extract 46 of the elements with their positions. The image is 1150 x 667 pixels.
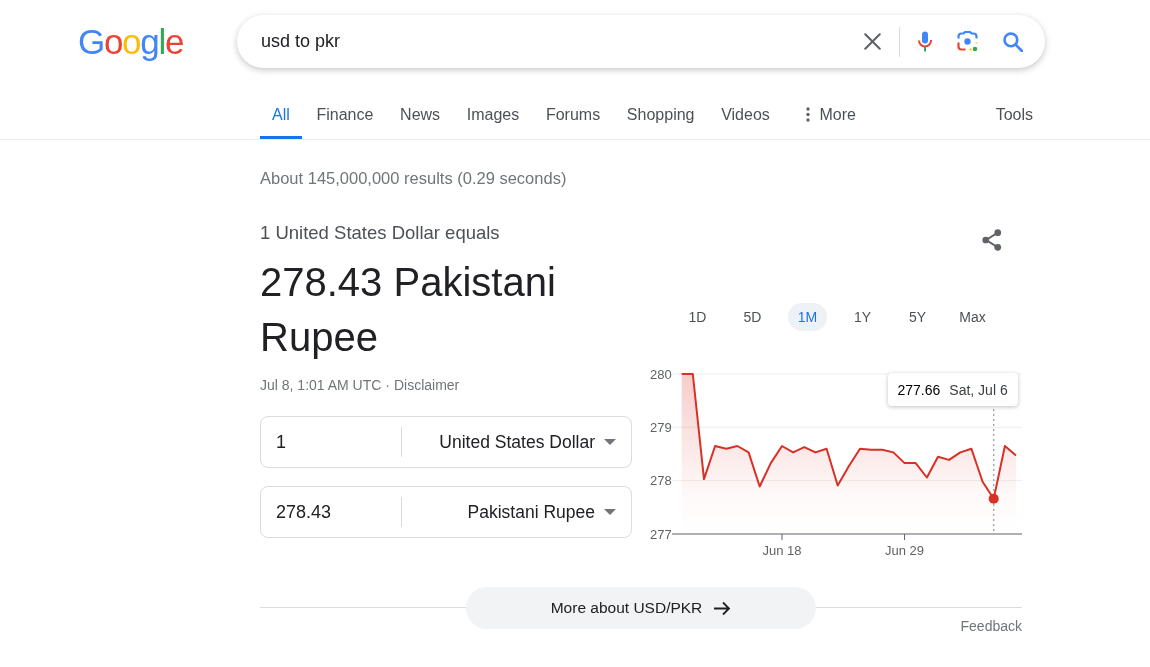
search-tab[interactable]: Videos [709, 93, 782, 139]
search-tab[interactable]: More [793, 93, 868, 139]
axis-label: Jun 18 [762, 542, 802, 558]
search-tab[interactable]: Images [454, 93, 532, 139]
search-field[interactable]: usd to pkr [261, 27, 864, 56]
caret-icon [604, 439, 616, 445]
conversion-label: 1 United States Dollar equals [260, 221, 500, 245]
timestamp-text: Jul 8, 1:01 AM UTC · [260, 376, 390, 395]
marker-icon [988, 493, 999, 504]
search-tab[interactable]: Shopping [614, 93, 707, 139]
share-icon[interactable] [982, 229, 1002, 251]
camera-icon[interactable] [957, 31, 978, 52]
clear-icon[interactable] [864, 33, 881, 50]
feedback-link[interactable]: Feedback [960, 608, 1022, 634]
range-tab[interactable]: 5D [733, 303, 772, 331]
range-tab[interactable]: 1M [787, 303, 828, 331]
range-tab[interactable]: 1D [678, 303, 717, 331]
tooltip-value: 277.66 [897, 381, 941, 398]
search-tab[interactable]: News [388, 93, 453, 139]
search-tab[interactable]: Finance [304, 93, 386, 139]
arrow-right-icon [714, 600, 732, 616]
axis-label: 278 [650, 473, 672, 489]
axis-label: Jun 29 [885, 542, 925, 558]
axis-label: 279 [650, 419, 672, 435]
axis-label: 280 [650, 366, 672, 382]
range-tab[interactable]: 5Y [898, 303, 937, 331]
conversion-result: 278.43 Pakistani Rupee [260, 259, 557, 361]
amount-field[interactable]: 278.43 [261, 497, 401, 527]
search-tab[interactable]: All [260, 93, 302, 139]
amount-field[interactable]: 1 [261, 427, 401, 457]
currency-dropdown[interactable]: United States Dollar [402, 417, 631, 467]
more-about-button[interactable]: More about USD/PKR [466, 587, 816, 629]
more-vert-icon [805, 107, 810, 122]
search-tab[interactable]: Forums [533, 93, 613, 139]
search-icon[interactable] [1003, 31, 1023, 52]
axis-label: 277 [650, 526, 672, 542]
result-stats: About 145,000,000 results (0.29 seconds) [260, 168, 567, 188]
tooltip-date: Sat, Jul 6 [949, 381, 1008, 398]
range-tab[interactable]: Max [949, 303, 996, 331]
logo[interactable]: Google [78, 20, 184, 63]
range-tab[interactable]: 1Y [843, 303, 882, 331]
disclaimer-link[interactable]: Disclaimer [393, 375, 460, 395]
currency-dropdown[interactable]: Pakistani Rupee [402, 487, 631, 537]
mic-icon[interactable] [918, 31, 932, 52]
caret-icon [604, 509, 616, 515]
tools-button[interactable]: Tools [983, 93, 1045, 139]
